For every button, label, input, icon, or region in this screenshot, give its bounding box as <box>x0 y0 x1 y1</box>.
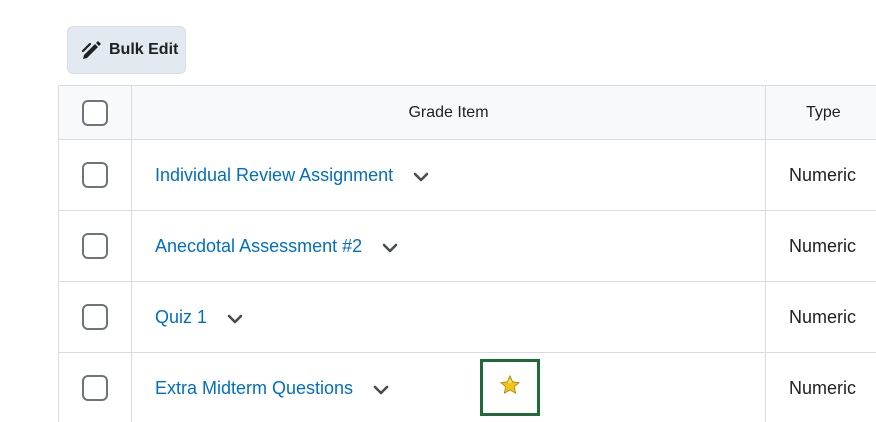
pencil-edit-icon <box>80 38 104 62</box>
row-checkbox[interactable] <box>82 233 108 259</box>
chevron-down-icon[interactable] <box>380 238 400 258</box>
grade-item-type: Numeric <box>765 352 876 422</box>
grade-item-type: Numeric <box>765 139 876 211</box>
column-header-type: Type <box>765 85 876 140</box>
grades-page: Bulk Edit Grade Item Type Individual Rev… <box>0 0 876 422</box>
column-header-grade-item: Grade Item <box>131 85 766 140</box>
chevron-down-icon[interactable] <box>225 309 245 329</box>
row-checkbox[interactable] <box>82 375 108 401</box>
table-header-row: Grade Item Type <box>58 85 876 140</box>
table-row: Individual Review Assignment Numeric <box>58 139 876 211</box>
star-icon[interactable] <box>499 374 521 401</box>
select-all-checkbox[interactable] <box>82 99 108 126</box>
select-all-cell <box>58 85 132 140</box>
chevron-down-icon[interactable] <box>411 167 431 187</box>
grade-item-link[interactable]: Quiz 1 <box>155 307 207 328</box>
chevron-down-icon[interactable] <box>371 380 391 400</box>
grade-item-link[interactable]: Individual Review Assignment <box>155 165 393 186</box>
table-row: Extra Midterm Questions Numeric <box>58 352 876 422</box>
grade-items-table: Grade Item Type Individual Review Assign… <box>58 85 876 422</box>
bulk-edit-button[interactable]: Bulk Edit <box>67 26 186 74</box>
row-checkbox[interactable] <box>82 162 108 188</box>
grade-item-type: Numeric <box>765 210 876 282</box>
row-checkbox[interactable] <box>82 304 108 330</box>
bulk-edit-label: Bulk Edit <box>109 41 179 58</box>
highlight-box <box>480 359 540 416</box>
grade-item-type: Numeric <box>765 281 876 353</box>
table-row: Quiz 1 Numeric <box>58 281 876 353</box>
table-row: Anecdotal Assessment #2 Numeric <box>58 210 876 282</box>
grade-item-link[interactable]: Anecdotal Assessment #2 <box>155 236 362 257</box>
grade-item-link[interactable]: Extra Midterm Questions <box>155 378 353 399</box>
